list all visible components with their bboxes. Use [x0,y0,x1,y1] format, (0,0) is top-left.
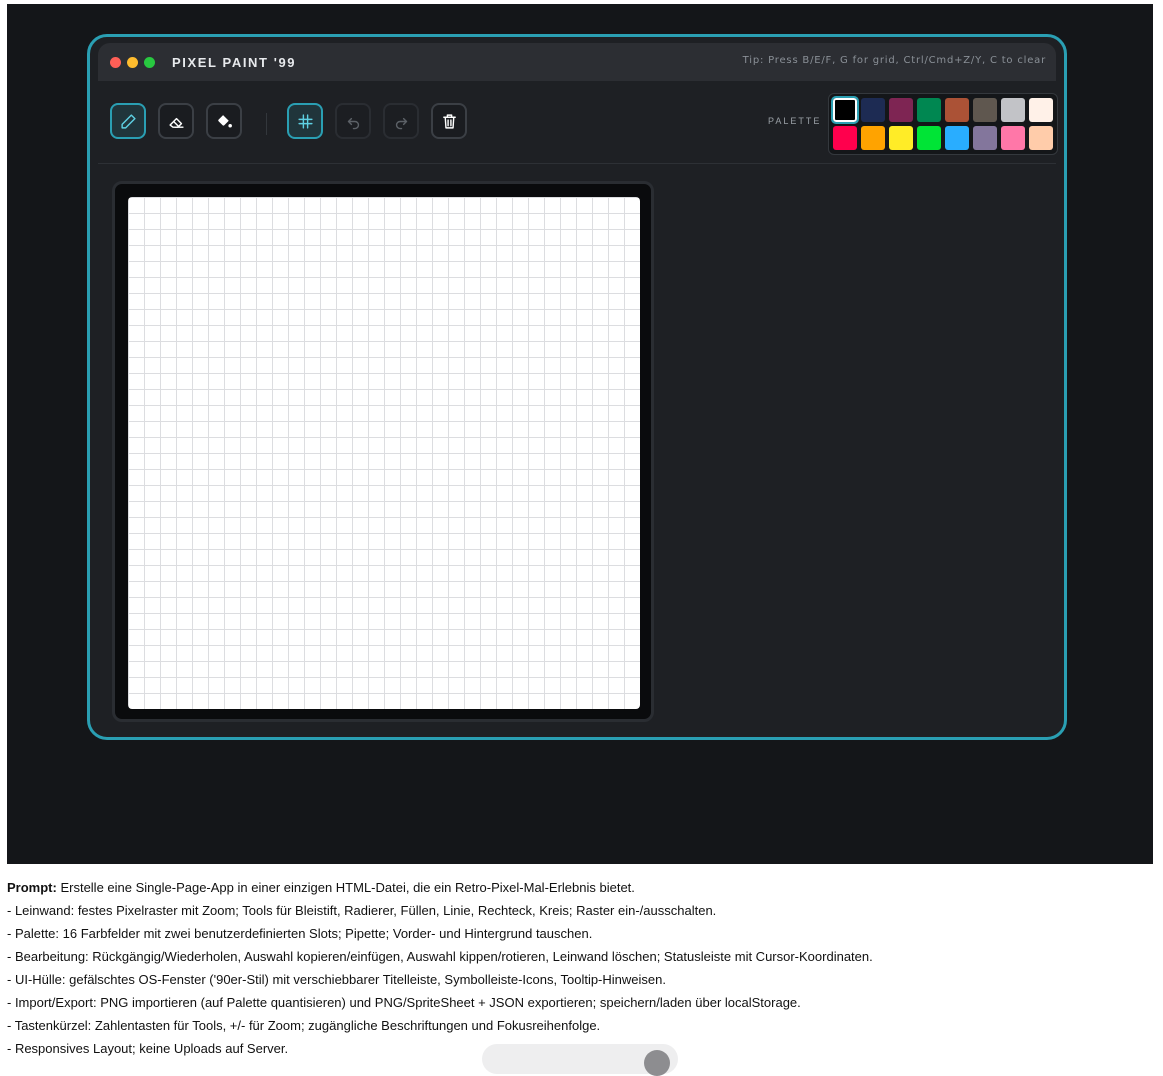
prompt-label: Prompt: [7,880,57,895]
title-bar[interactable]: PIXEL PAINT '99 Tip: Press B/E/F, G for … [98,43,1056,81]
trash-icon [442,113,456,129]
fill-button[interactable] [206,103,242,139]
eraser-icon [168,117,184,128]
prompt-intro: Prompt: Erstelle eine Single-Page-App in… [7,876,1147,899]
fill-icon [217,114,232,128]
app-window: PIXEL PAINT '99 Tip: Press B/E/F, G for … [87,34,1067,740]
palette-swatch[interactable] [889,98,913,122]
grid-toggle-button[interactable] [287,103,323,139]
window-controls [110,56,155,68]
prompt-line: - Palette: 16 Farbfelder mit zwei benutz… [7,926,593,941]
redo-icon [395,117,407,129]
toolbar: PALETTE [98,83,1058,164]
prompt-line: - Bearbeitung: Rückgängig/Wiederholen, A… [7,949,873,964]
minimize-dot-icon[interactable] [127,56,138,68]
palette-swatch[interactable] [889,126,913,150]
palette-swatch[interactable] [861,126,885,150]
palette-swatch[interactable] [1029,98,1053,122]
clear-canvas-button[interactable] [431,103,467,139]
app-title: PIXEL PAINT '99 [172,54,297,70]
undo-button[interactable] [335,103,371,139]
palette-swatch[interactable] [973,126,997,150]
prompt-line: - Import/Export: PNG importieren (auf Pa… [7,995,801,1010]
palette-label: PALETTE [768,116,822,126]
floating-action-pill[interactable] [482,1044,678,1076]
palette-swatch[interactable] [917,98,941,122]
toolbar-separator [266,113,267,135]
close-dot-icon[interactable] [110,56,121,68]
prompt-intro-text: Erstelle eine Single-Page-App in einer e… [56,880,635,895]
palette-swatch[interactable] [1001,126,1025,150]
pencil-icon [120,113,136,129]
eraser-button[interactable] [158,103,194,139]
palette-swatch[interactable] [945,98,969,122]
palette-swatch[interactable] [917,126,941,150]
redo-button[interactable] [383,103,419,139]
grid-icon [297,113,313,129]
prompt-text: Prompt: Erstelle eine Single-Page-App in… [7,876,1147,1060]
maximize-dot-icon[interactable] [144,56,155,68]
palette-swatch[interactable] [1001,98,1025,122]
palette-swatch[interactable] [973,98,997,122]
color-palette [828,93,1058,155]
undo-icon [347,117,359,129]
canvas-frame [112,181,654,722]
palette-swatch[interactable] [861,98,885,122]
pixel-canvas[interactable] [128,197,640,709]
shortcut-tip: Tip: Press B/E/F, G for grid, Ctrl/Cmd+Z… [742,55,1046,66]
prompt-line: - Leinwand: festes Pixelraster mit Zoom;… [7,903,717,918]
prompt-line: - UI-Hülle: gefälschtes OS-Fenster ('90e… [7,972,666,987]
palette-swatch[interactable] [945,126,969,150]
pill-toggle-icon[interactable] [644,1050,670,1076]
palette-swatch[interactable] [833,126,857,150]
palette-swatch[interactable] [831,96,859,124]
prompt-line: - Tastenkürzel: Zahlentasten für Tools, … [7,1018,601,1033]
pencil-button[interactable] [110,103,146,139]
app-stage: PIXEL PAINT '99 Tip: Press B/E/F, G for … [7,4,1153,864]
palette-swatch[interactable] [1029,126,1053,150]
